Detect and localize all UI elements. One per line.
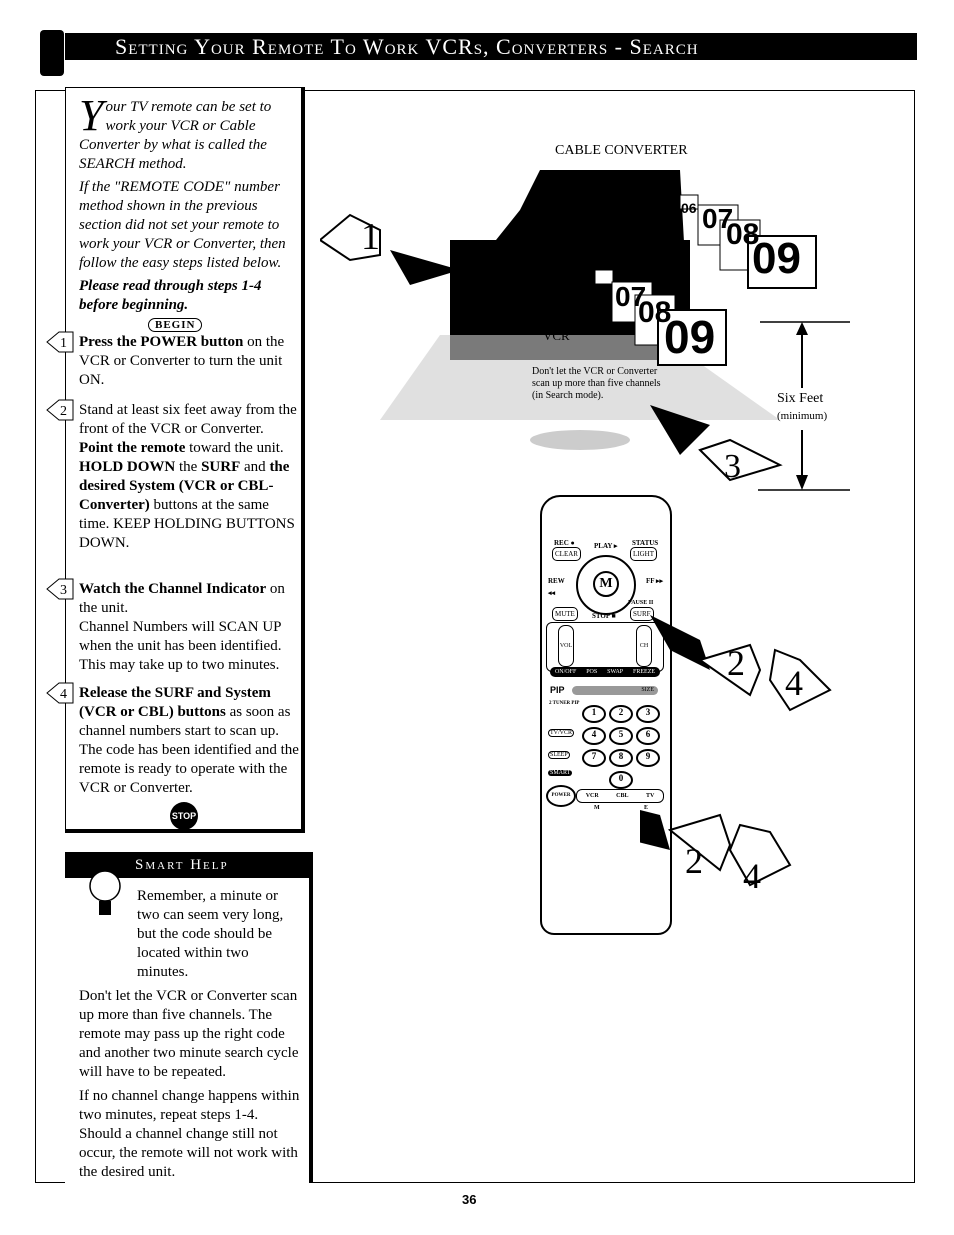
begin-badge: BEGIN <box>148 318 203 332</box>
clear-button[interactable]: CLEAR <box>552 547 581 561</box>
distance-label: Six Feet <box>777 391 824 406</box>
caption-line: (in Search mode). <box>532 390 604 401</box>
search-illustration <box>320 170 850 491</box>
vcr-channel-06: 06 <box>596 270 611 285</box>
vcr-channel-09: 09 <box>664 311 716 363</box>
pip-pos-button[interactable]: POS <box>586 667 597 677</box>
intro-para2: If the "REMOTE CODE" number method shown… <box>79 179 286 271</box>
step-arrow-icon: 3 <box>46 578 74 600</box>
pip-label: PIP <box>550 685 565 695</box>
step-3-arrow-label: 3 <box>724 448 741 485</box>
step-text: toward the unit. <box>185 440 284 456</box>
sleep-button[interactable]: SLEEP <box>548 751 570 759</box>
svg-text:2: 2 <box>60 404 67 419</box>
digit-8-button[interactable]: 8 <box>609 749 633 767</box>
help-para: Remember, a minute or two can seem very … <box>137 888 284 980</box>
step-2: 2 Stand at least six feet away from the … <box>46 399 301 553</box>
drop-cap: Y <box>79 91 104 140</box>
channel-09: 09 <box>752 234 801 283</box>
svg-text:4: 4 <box>60 687 67 702</box>
digit-1-button[interactable]: 1 <box>582 705 606 723</box>
stop-label: STOP ■ <box>592 612 616 620</box>
digit-5-button[interactable]: 5 <box>609 727 633 745</box>
digit-4-button[interactable]: 4 <box>582 727 606 745</box>
step-bold: Press the POWER button <box>79 334 244 350</box>
intro-text: our TV remote can be set to work your VC… <box>79 99 272 172</box>
step-bold: SURF <box>201 459 241 475</box>
smart-help-text: Remember, a minute or two can seem very … <box>79 887 301 1187</box>
step-text: Stand at least six feet away from the fr… <box>79 402 297 437</box>
step-arrow-icon: 1 <box>46 331 74 353</box>
help-para: Don't let the VCR or Converter scan up m… <box>79 988 299 1080</box>
cbl-button[interactable]: CBL <box>616 790 628 802</box>
vcr-label: VCR <box>543 328 570 343</box>
intro: Your TV remote can be set to work your V… <box>79 91 301 315</box>
stop-icon: STOP <box>170 802 198 830</box>
menu-button[interactable]: M <box>593 571 619 597</box>
step-text: the <box>175 459 202 475</box>
intro-note: Please read through steps 1-4 before beg… <box>79 278 262 313</box>
play-label: PLAY ▸ <box>594 542 618 550</box>
digit-0-button[interactable]: 0 <box>609 771 633 789</box>
step-4b-arrow-label: 4 <box>743 856 761 896</box>
tvvcr-button[interactable]: TV/VCR <box>548 729 575 737</box>
svg-text:1: 1 <box>60 336 67 351</box>
pip-swap-button[interactable]: SWAP <box>607 667 623 677</box>
step-4: 4 Release the SURF and System (VCR or CB… <box>46 682 301 798</box>
power-button[interactable]: POWER <box>546 785 576 807</box>
mute-button[interactable]: MUTE <box>552 607 578 621</box>
step-3: 3 Watch the Channel Indicator on the uni… <box>46 578 301 675</box>
smart-button[interactable]: SMART <box>548 770 573 776</box>
step-arrow-icon: 2 <box>46 399 74 421</box>
step-arrow-icon: 4 <box>46 682 74 704</box>
digit-7-button[interactable]: 7 <box>582 749 606 767</box>
step-2-arrow-label: 2 <box>727 643 745 683</box>
vcr-button[interactable]: VCR <box>586 790 599 802</box>
cable-converter-label: CABLE CONVERTER <box>555 143 688 158</box>
step-2b-arrow-label: 2 <box>685 841 703 881</box>
remote-icon <box>40 30 64 76</box>
step-1-arrow-label: 1 <box>361 216 380 258</box>
caption-line: scan up more than five channels <box>532 378 661 389</box>
step-text: Channel Numbers will SCAN UP when the un… <box>79 619 282 673</box>
scan-caption: Don't let the VCR or Converter scan up m… <box>532 366 661 402</box>
help-para: If no channel change happens within two … <box>79 1088 300 1180</box>
step-1: 1 Press the POWER button on the VCR or C… <box>46 331 301 390</box>
step-bold: Point the remote <box>79 440 186 456</box>
vol-button[interactable]: VOL <box>558 625 574 667</box>
manual-page: Setting Your Remote To Work VCRs, Conver… <box>0 0 954 1235</box>
rew-label: REW ◂◂ <box>548 577 565 597</box>
svg-text:3: 3 <box>60 583 67 598</box>
channel-06: 06 <box>681 200 697 216</box>
caption-line: Don't let the VCR or Converter <box>532 366 658 377</box>
step-bold: HOLD DOWN <box>79 459 176 475</box>
light-button[interactable]: LIGHT <box>630 547 657 561</box>
page-title: Setting Your Remote To Work VCRs, Conver… <box>65 33 917 60</box>
m-label: M <box>594 805 600 811</box>
page-number: 36 <box>462 1192 477 1207</box>
pip-onoff-button[interactable]: ON/OFF <box>555 667 576 677</box>
step-text: and <box>240 459 270 475</box>
step-bold: Watch the Channel Indicator <box>79 581 267 597</box>
distance-sub: (minimum) <box>777 410 828 422</box>
tuner-label: 2 TUNER PIP <box>549 701 580 706</box>
step-4-arrow-label: 4 <box>785 663 803 703</box>
ff-label: FF ▸▸ <box>646 577 664 585</box>
digit-2-button[interactable]: 2 <box>609 705 633 723</box>
